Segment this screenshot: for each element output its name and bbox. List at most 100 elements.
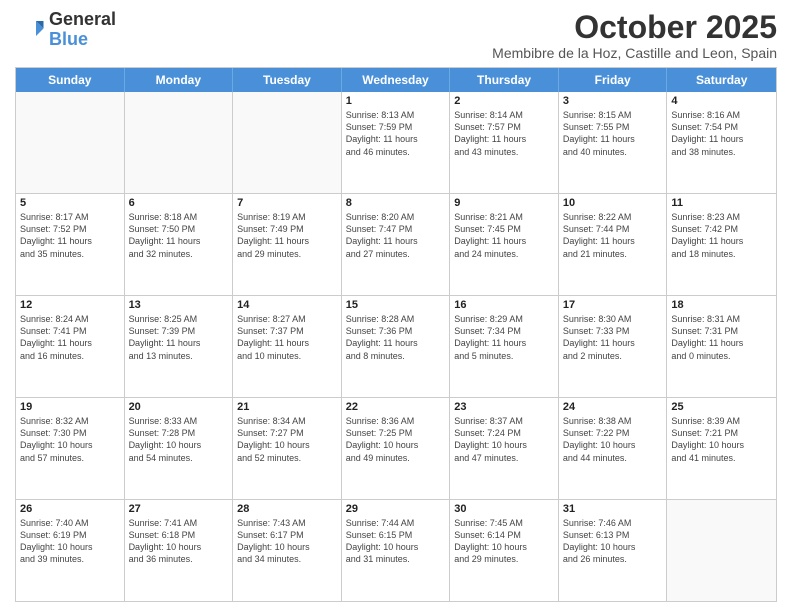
day-number: 5 bbox=[20, 197, 120, 209]
calendar-cell: 31Sunrise: 7:46 AM Sunset: 6:13 PM Dayli… bbox=[559, 500, 668, 601]
calendar-cell: 23Sunrise: 8:37 AM Sunset: 7:24 PM Dayli… bbox=[450, 398, 559, 499]
header-saturday: Saturday bbox=[667, 68, 776, 92]
calendar-row-2: 12Sunrise: 8:24 AM Sunset: 7:41 PM Dayli… bbox=[16, 295, 776, 397]
calendar-row-0: 1 Sunrise: 8:13 AM Sunset: 7:59 PM Daylig… bbox=[16, 92, 776, 193]
day-number: 4 bbox=[671, 95, 772, 107]
calendar-cell: 16Sunrise: 8:29 AM Sunset: 7:34 PM Dayli… bbox=[450, 296, 559, 397]
day-number: 25 bbox=[671, 401, 772, 413]
day-number: 6 bbox=[129, 197, 229, 209]
day-info: Sunrise: 8:13 AM Sunset: 7:59 PM Dayligh… bbox=[346, 109, 446, 158]
calendar-cell: 5 Sunrise: 8:17 AM Sunset: 7:52 PM Daylig… bbox=[16, 194, 125, 295]
day-info: Sunrise: 8:36 AM Sunset: 7:25 PM Dayligh… bbox=[346, 415, 446, 464]
day-info: Sunrise: 7:45 AM Sunset: 6:14 PM Dayligh… bbox=[454, 517, 554, 566]
day-number: 3 bbox=[563, 95, 663, 107]
header-wednesday: Wednesday bbox=[342, 68, 451, 92]
calendar-cell: 1 Sunrise: 8:13 AM Sunset: 7:59 PM Daylig… bbox=[342, 92, 451, 193]
calendar-cell: 24 Sunrise: 8:38 AM Sunset: 7:22 PM Dayli… bbox=[559, 398, 668, 499]
calendar-cell: 19Sunrise: 8:32 AM Sunset: 7:30 PM Dayli… bbox=[16, 398, 125, 499]
day-info: Sunrise: 8:15 AM Sunset: 7:55 PM Dayligh… bbox=[563, 109, 663, 158]
day-number: 1 bbox=[346, 95, 446, 107]
calendar-cell: 7Sunrise: 8:19 AM Sunset: 7:49 PM Daylig… bbox=[233, 194, 342, 295]
day-number: 30 bbox=[454, 503, 554, 515]
calendar-cell: 8Sunrise: 8:20 AM Sunset: 7:47 PM Daylig… bbox=[342, 194, 451, 295]
logo-line1: General bbox=[49, 10, 116, 30]
day-number: 13 bbox=[129, 299, 229, 311]
calendar-cell: 17Sunrise: 8:30 AM Sunset: 7:33 PM Dayli… bbox=[559, 296, 668, 397]
calendar-cell: 11 Sunrise: 8:23 AM Sunset: 7:42 PM Dayli… bbox=[667, 194, 776, 295]
day-info: Sunrise: 8:34 AM Sunset: 7:27 PM Dayligh… bbox=[237, 415, 337, 464]
day-info: Sunrise: 7:43 AM Sunset: 6:17 PM Dayligh… bbox=[237, 517, 337, 566]
header-monday: Monday bbox=[125, 68, 234, 92]
calendar-header: Sunday Monday Tuesday Wednesday Thursday… bbox=[16, 68, 776, 92]
month-title: October 2025 bbox=[492, 10, 777, 45]
calendar-body: 1 Sunrise: 8:13 AM Sunset: 7:59 PM Daylig… bbox=[16, 92, 776, 601]
day-number: 28 bbox=[237, 503, 337, 515]
calendar: Sunday Monday Tuesday Wednesday Thursday… bbox=[15, 67, 777, 602]
day-info: Sunrise: 8:32 AM Sunset: 7:30 PM Dayligh… bbox=[20, 415, 120, 464]
calendar-cell: 20 Sunrise: 8:33 AM Sunset: 7:28 PM Dayli… bbox=[125, 398, 234, 499]
day-info: Sunrise: 7:41 AM Sunset: 6:18 PM Dayligh… bbox=[129, 517, 229, 566]
header-friday: Friday bbox=[559, 68, 668, 92]
day-number: 22 bbox=[346, 401, 446, 413]
day-number: 26 bbox=[20, 503, 120, 515]
page: General Blue October 2025 Membibre de la… bbox=[0, 0, 792, 612]
calendar-cell: 13 Sunrise: 8:25 AM Sunset: 7:39 PM Dayli… bbox=[125, 296, 234, 397]
calendar-cell: 21 Sunrise: 8:34 AM Sunset: 7:27 PM Dayli… bbox=[233, 398, 342, 499]
day-info: Sunrise: 8:27 AM Sunset: 7:37 PM Dayligh… bbox=[237, 313, 337, 362]
calendar-cell: 27 Sunrise: 7:41 AM Sunset: 6:18 PM Dayli… bbox=[125, 500, 234, 601]
day-info: Sunrise: 8:18 AM Sunset: 7:50 PM Dayligh… bbox=[129, 211, 229, 260]
day-info: Sunrise: 8:33 AM Sunset: 7:28 PM Dayligh… bbox=[129, 415, 229, 464]
day-number: 21 bbox=[237, 401, 337, 413]
day-info: Sunrise: 7:40 AM Sunset: 6:19 PM Dayligh… bbox=[20, 517, 120, 566]
day-number: 29 bbox=[346, 503, 446, 515]
day-info: Sunrise: 7:44 AM Sunset: 6:15 PM Dayligh… bbox=[346, 517, 446, 566]
day-info: Sunrise: 8:16 AM Sunset: 7:54 PM Dayligh… bbox=[671, 109, 772, 158]
calendar-cell: 22 Sunrise: 8:36 AM Sunset: 7:25 PM Dayli… bbox=[342, 398, 451, 499]
calendar-cell: 12Sunrise: 8:24 AM Sunset: 7:41 PM Dayli… bbox=[16, 296, 125, 397]
logo: General Blue bbox=[15, 10, 116, 50]
day-number: 20 bbox=[129, 401, 229, 413]
logo-icon bbox=[15, 15, 45, 45]
day-number: 10 bbox=[563, 197, 663, 209]
calendar-cell: 9 Sunrise: 8:21 AM Sunset: 7:45 PM Daylig… bbox=[450, 194, 559, 295]
header-sunday: Sunday bbox=[16, 68, 125, 92]
calendar-cell: 30 Sunrise: 7:45 AM Sunset: 6:14 PM Dayli… bbox=[450, 500, 559, 601]
calendar-cell: 25 Sunrise: 8:39 AM Sunset: 7:21 PM Dayli… bbox=[667, 398, 776, 499]
day-info: Sunrise: 8:23 AM Sunset: 7:42 PM Dayligh… bbox=[671, 211, 772, 260]
calendar-cell: 26 Sunrise: 7:40 AM Sunset: 6:19 PM Dayli… bbox=[16, 500, 125, 601]
day-info: Sunrise: 8:29 AM Sunset: 7:34 PM Dayligh… bbox=[454, 313, 554, 362]
day-info: Sunrise: 8:24 AM Sunset: 7:41 PM Dayligh… bbox=[20, 313, 120, 362]
calendar-cell: 14 Sunrise: 8:27 AM Sunset: 7:37 PM Dayli… bbox=[233, 296, 342, 397]
header-thursday: Thursday bbox=[450, 68, 559, 92]
calendar-cell: 3 Sunrise: 8:15 AM Sunset: 7:55 PM Daylig… bbox=[559, 92, 668, 193]
header-tuesday: Tuesday bbox=[233, 68, 342, 92]
day-info: Sunrise: 8:25 AM Sunset: 7:39 PM Dayligh… bbox=[129, 313, 229, 362]
calendar-row-1: 5 Sunrise: 8:17 AM Sunset: 7:52 PM Daylig… bbox=[16, 193, 776, 295]
day-info: Sunrise: 8:31 AM Sunset: 7:31 PM Dayligh… bbox=[671, 313, 772, 362]
day-info: Sunrise: 8:39 AM Sunset: 7:21 PM Dayligh… bbox=[671, 415, 772, 464]
calendar-cell: 10 Sunrise: 8:22 AM Sunset: 7:44 PM Dayli… bbox=[559, 194, 668, 295]
title-block: October 2025 Membibre de la Hoz, Castill… bbox=[492, 10, 777, 61]
day-number: 14 bbox=[237, 299, 337, 311]
day-number: 18 bbox=[671, 299, 772, 311]
calendar-cell bbox=[125, 92, 234, 193]
subtitle: Membibre de la Hoz, Castille and Leon, S… bbox=[492, 45, 777, 61]
day-info: Sunrise: 8:21 AM Sunset: 7:45 PM Dayligh… bbox=[454, 211, 554, 260]
calendar-cell: 2Sunrise: 8:14 AM Sunset: 7:57 PM Daylig… bbox=[450, 92, 559, 193]
day-number: 9 bbox=[454, 197, 554, 209]
logo-line2: Blue bbox=[49, 30, 116, 50]
calendar-cell: 4 Sunrise: 8:16 AM Sunset: 7:54 PM Daylig… bbox=[667, 92, 776, 193]
day-info: Sunrise: 8:22 AM Sunset: 7:44 PM Dayligh… bbox=[563, 211, 663, 260]
logo-text: General Blue bbox=[49, 10, 116, 50]
day-info: Sunrise: 8:14 AM Sunset: 7:57 PM Dayligh… bbox=[454, 109, 554, 158]
calendar-cell: 15Sunrise: 8:28 AM Sunset: 7:36 PM Dayli… bbox=[342, 296, 451, 397]
day-number: 7 bbox=[237, 197, 337, 209]
day-number: 24 bbox=[563, 401, 663, 413]
day-number: 11 bbox=[671, 197, 772, 209]
day-info: Sunrise: 8:17 AM Sunset: 7:52 PM Dayligh… bbox=[20, 211, 120, 260]
day-number: 17 bbox=[563, 299, 663, 311]
day-info: Sunrise: 7:46 AM Sunset: 6:13 PM Dayligh… bbox=[563, 517, 663, 566]
day-number: 27 bbox=[129, 503, 229, 515]
day-info: Sunrise: 8:38 AM Sunset: 7:22 PM Dayligh… bbox=[563, 415, 663, 464]
day-info: Sunrise: 8:37 AM Sunset: 7:24 PM Dayligh… bbox=[454, 415, 554, 464]
